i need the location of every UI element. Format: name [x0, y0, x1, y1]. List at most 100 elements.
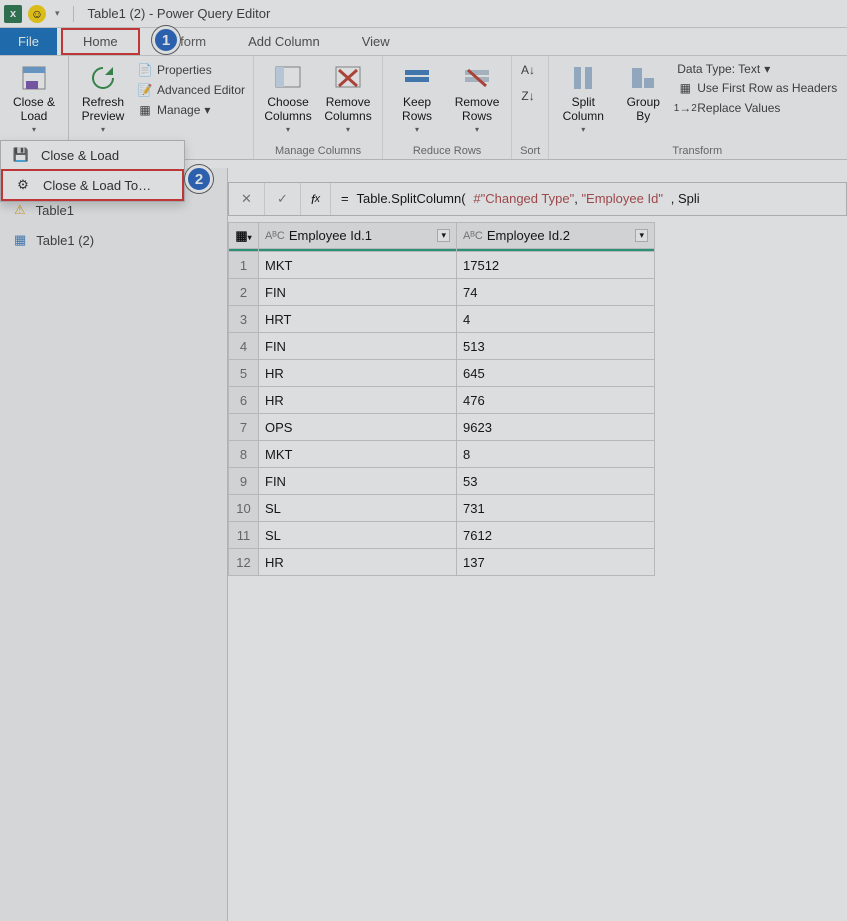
table-icon: ▦ [14, 232, 26, 248]
table-row[interactable]: 10SL731 [229, 495, 655, 522]
window-title: Table1 (2) - Power Query Editor [84, 6, 271, 21]
column-header-1[interactable]: AᴮC Employee Id.1 ▾ [259, 223, 457, 249]
cell[interactable]: 4 [457, 306, 655, 333]
row-number: 5 [229, 360, 259, 387]
column-filter-button[interactable]: ▾ [635, 229, 648, 242]
row-number: 8 [229, 441, 259, 468]
manage-button[interactable]: ▦Manage▾ [137, 100, 245, 120]
cell[interactable]: HR [259, 549, 457, 576]
cell[interactable]: HRT [259, 306, 457, 333]
row-number: 10 [229, 495, 259, 522]
cell[interactable]: 53 [457, 468, 655, 495]
excel-icon: x [4, 5, 22, 23]
close-load-menu-item[interactable]: 💾 Close & Load [1, 141, 184, 169]
sort-desc-button[interactable]: Z↓ [520, 86, 536, 106]
callout-2: 2 [185, 165, 213, 193]
close-and-load-button[interactable]: Close & Load ▾ [8, 60, 60, 136]
table-row[interactable]: 12HR137 [229, 549, 655, 576]
fx-icon[interactable]: fx [301, 183, 331, 215]
cell[interactable]: 9623 [457, 414, 655, 441]
keep-rows-button[interactable]: Keep Rows▾ [391, 60, 443, 136]
advanced-editor-button[interactable]: 📝Advanced Editor [137, 80, 245, 100]
smiley-icon[interactable]: ☺ [28, 5, 46, 23]
cell[interactable]: HR [259, 360, 457, 387]
refresh-preview-button[interactable]: Refresh Preview ▾ [77, 60, 129, 136]
table-row[interactable]: 1MKT17512 [229, 252, 655, 279]
close-load-to-icon: ⚙ [13, 177, 33, 193]
properties-button[interactable]: 📄Properties [137, 60, 245, 80]
cell[interactable]: 513 [457, 333, 655, 360]
column-header-2[interactable]: AᴮC Employee Id.2 ▾ [457, 223, 655, 249]
manage-icon: ▦ [137, 102, 153, 118]
split-column-button[interactable]: Split Column▾ [557, 60, 609, 136]
replace-values-button[interactable]: 1→2Replace Values [677, 98, 837, 118]
group-by-button[interactable]: Group By [617, 60, 669, 126]
separator [73, 6, 74, 22]
cell[interactable]: SL [259, 495, 457, 522]
keep-rows-icon [401, 62, 433, 94]
row-number: 4 [229, 333, 259, 360]
table-corner[interactable]: ▦▾ [229, 223, 259, 249]
remove-rows-button[interactable]: Remove Rows▾ [451, 60, 503, 136]
close-load-to-menu-item[interactable]: ⚙ Close & Load To… [1, 169, 184, 201]
remove-columns-button[interactable]: Remove Columns▾ [322, 60, 374, 136]
transform-group-label: Transform [557, 143, 837, 157]
row-number: 9 [229, 468, 259, 495]
cell[interactable]: 74 [457, 279, 655, 306]
cell[interactable]: 17512 [457, 252, 655, 279]
table-row[interactable]: 2FIN74 [229, 279, 655, 306]
tab-view[interactable]: View [334, 28, 404, 55]
sort-asc-button[interactable]: A↓ [520, 60, 536, 80]
cell[interactable]: HR [259, 387, 457, 414]
tab-home[interactable]: Home [61, 28, 140, 55]
formula-text[interactable]: = Table.SplitColumn( #"Changed Type", "E… [331, 191, 846, 207]
replace-icon: 1→2 [677, 100, 693, 116]
query-item-table1-2[interactable]: ▦ Table1 (2) [0, 226, 227, 254]
tab-file[interactable]: File [0, 28, 57, 55]
sort-group-label: Sort [520, 143, 540, 157]
split-column-icon [567, 62, 599, 94]
table-row[interactable]: 3HRT4 [229, 306, 655, 333]
cell[interactable]: 731 [457, 495, 655, 522]
cell[interactable]: MKT [259, 441, 457, 468]
tab-add-column[interactable]: Add Column [220, 28, 334, 55]
cell[interactable]: 645 [457, 360, 655, 387]
cell[interactable]: FIN [259, 468, 457, 495]
row-number: 7 [229, 414, 259, 441]
table-row[interactable]: 4FIN513 [229, 333, 655, 360]
cell[interactable]: 476 [457, 387, 655, 414]
table-icon: ▦ [677, 80, 693, 96]
close-load-icon: 💾 [11, 147, 31, 163]
qat-dropdown[interactable]: ▾ [52, 8, 63, 19]
formula-accept-button[interactable]: ✓ [265, 183, 301, 215]
formula-cancel-button[interactable]: ✕ [229, 183, 265, 215]
cell[interactable]: 8 [457, 441, 655, 468]
table-row[interactable]: 7OPS9623 [229, 414, 655, 441]
reduce-rows-group-label: Reduce Rows [391, 143, 503, 157]
title-bar: x ☺ ▾ Table1 (2) - Power Query Editor [0, 0, 847, 28]
cell[interactable]: MKT [259, 252, 457, 279]
column-filter-button[interactable]: ▾ [437, 229, 450, 242]
cell[interactable]: OPS [259, 414, 457, 441]
table-row[interactable]: 6HR476 [229, 387, 655, 414]
warning-icon: ⚠ [14, 202, 26, 218]
cell[interactable]: SL [259, 522, 457, 549]
choose-columns-icon [272, 62, 304, 94]
table-row[interactable]: 5HR645 [229, 360, 655, 387]
cell[interactable]: 137 [457, 549, 655, 576]
choose-columns-button[interactable]: Choose Columns▾ [262, 60, 314, 136]
cell[interactable]: 7612 [457, 522, 655, 549]
first-row-headers-button[interactable]: ▦Use First Row as Headers [677, 78, 837, 98]
ribbon-tabs: File Home sform Add Column View [0, 28, 847, 56]
row-number: 11 [229, 522, 259, 549]
row-number: 12 [229, 549, 259, 576]
cell[interactable]: FIN [259, 333, 457, 360]
row-number: 2 [229, 279, 259, 306]
table-row[interactable]: 11SL7612 [229, 522, 655, 549]
cell[interactable]: FIN [259, 279, 457, 306]
data-type-button[interactable]: Data Type: Text▾ [677, 60, 837, 78]
table-row[interactable]: 8MKT8 [229, 441, 655, 468]
preview-table: ▦▾ AᴮC Employee Id.1 ▾ AᴮC Employee Id.2… [228, 222, 655, 576]
row-number: 3 [229, 306, 259, 333]
table-row[interactable]: 9FIN53 [229, 468, 655, 495]
